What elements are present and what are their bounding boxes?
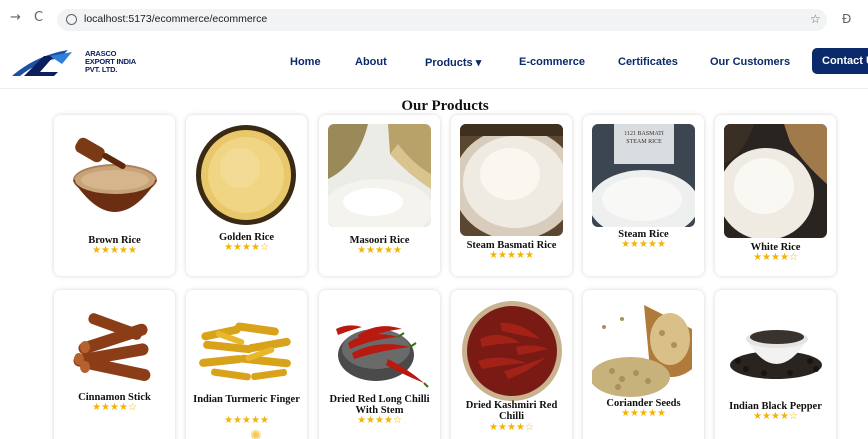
steam-basmati-rice-image [460, 124, 563, 236]
rating-stars-icon: ★★★★★ [621, 239, 666, 250]
site-info-icon[interactable] [66, 14, 77, 25]
black-pepper-image [724, 299, 827, 402]
kashmiri-chilli-image [460, 299, 563, 402]
bookmark-star-icon[interactable]: ☆ [810, 12, 821, 26]
rating-stars-icon: ★★★★☆ [92, 402, 137, 413]
white-rice-image [724, 124, 827, 238]
sun-icon: ✺ [250, 428, 262, 439]
product-card-steam-basmati-rice[interactable]: Steam Basmati Rice ★★★★★ [451, 115, 572, 276]
rating-stars-icon: ★★★★★ [224, 415, 269, 426]
nav-about[interactable]: About [355, 56, 387, 68]
rating-stars-icon: ★★★★★ [92, 245, 137, 256]
rating-stars-icon: ★★★★☆ [753, 252, 798, 263]
product-card-golden-rice[interactable]: Golden Rice ★★★★☆ [186, 115, 307, 276]
turmeric-finger-image [195, 299, 298, 402]
product-card-indian-black-pepper[interactable]: Indian Black Pepper ★★★★☆ [715, 290, 836, 439]
product-card-steam-rice[interactable]: 1121 BASMATI STEAM RICE Steam Rice ★★★★★ [583, 115, 704, 276]
product-card-dried-red-long-chilli[interactable]: Dried Red Long Chilli With Stem ★★★★☆ [319, 290, 440, 439]
back-icon[interactable]: → [10, 10, 21, 25]
product-card-brown-rice[interactable]: Brown Rice ★★★★★ [54, 115, 175, 276]
nav-our-customers[interactable]: Our Customers [710, 56, 790, 68]
page-title: Our Products [401, 98, 489, 114]
company-logo[interactable]: ARASCO EXPORT INDIA PVT. LTD. [10, 46, 140, 82]
nav-home[interactable]: Home [290, 56, 321, 68]
header-divider [0, 88, 868, 89]
contact-us-button[interactable]: Contact U [812, 48, 868, 74]
site-header: ARASCO EXPORT INDIA PVT. LTD. Home About… [0, 38, 868, 88]
address-bar[interactable]: localhost:5173/ecommerce/ecommerce [57, 9, 827, 31]
extensions-icon[interactable]: Ð [842, 12, 851, 26]
rating-stars-icon: ★★★★★ [489, 250, 534, 261]
url-text[interactable]: localhost:5173/ecommerce/ecommerce [84, 13, 267, 25]
rating-stars-icon: ★★★★★ [357, 245, 402, 256]
reload-icon[interactable]: C [34, 10, 43, 25]
product-name: Indian Turmeric Finger [193, 394, 300, 405]
logo-text: ARASCO EXPORT INDIA PVT. LTD. [85, 50, 136, 74]
logo-line-3: PVT. LTD. [85, 65, 118, 74]
product-card-indian-turmeric-finger[interactable]: Indian Turmeric Finger ★★★★★ [186, 290, 307, 439]
rating-stars-icon: ★★★★☆ [753, 411, 798, 422]
rating-stars-icon: ★★★★☆ [357, 415, 402, 426]
rating-stars-icon: ★★★★☆ [489, 422, 534, 433]
product-card-coriander-seeds[interactable]: Coriander Seeds ★★★★★ [583, 290, 704, 439]
masoori-rice-image [328, 124, 431, 227]
coriander-seeds-image [592, 299, 695, 402]
rice-bag-label: 1121 BASMATI STEAM RICE [624, 131, 664, 145]
cinnamon-stick-image [63, 299, 166, 402]
product-card-dried-kashmiri-red-chilli[interactable]: Dried Kashmiri Red Chilli ★★★★☆ [451, 290, 572, 439]
product-card-cinnamon-stick[interactable]: Cinnamon Stick ★★★★☆ [54, 290, 175, 439]
steam-rice-image: 1121 BASMATI STEAM RICE [592, 124, 695, 227]
rating-stars-icon: ★★★★☆ [224, 242, 269, 253]
nav-certificates[interactable]: Certificates [618, 56, 678, 68]
logo-swoosh-icon [12, 50, 72, 76]
product-name: Dried Kashmiri Red Chilli [465, 400, 558, 422]
nav-products-dropdown[interactable]: Products ▾ [425, 56, 481, 69]
rating-stars-icon: ★★★★★ [621, 408, 666, 419]
product-card-masoori-rice[interactable]: Masoori Rice ★★★★★ [319, 115, 440, 276]
nav-ecommerce[interactable]: E-commerce [519, 56, 585, 68]
red-chilli-image [328, 299, 431, 402]
product-name: Dried Red Long Chilli With Stem [329, 394, 430, 416]
golden-rice-image [195, 124, 298, 227]
product-card-white-rice[interactable]: White Rice ★★★★☆ [715, 115, 836, 276]
brown-rice-image [63, 124, 166, 227]
browser-toolbar: → C localhost:5173/ecommerce/ecommerce ☆… [0, 0, 868, 38]
